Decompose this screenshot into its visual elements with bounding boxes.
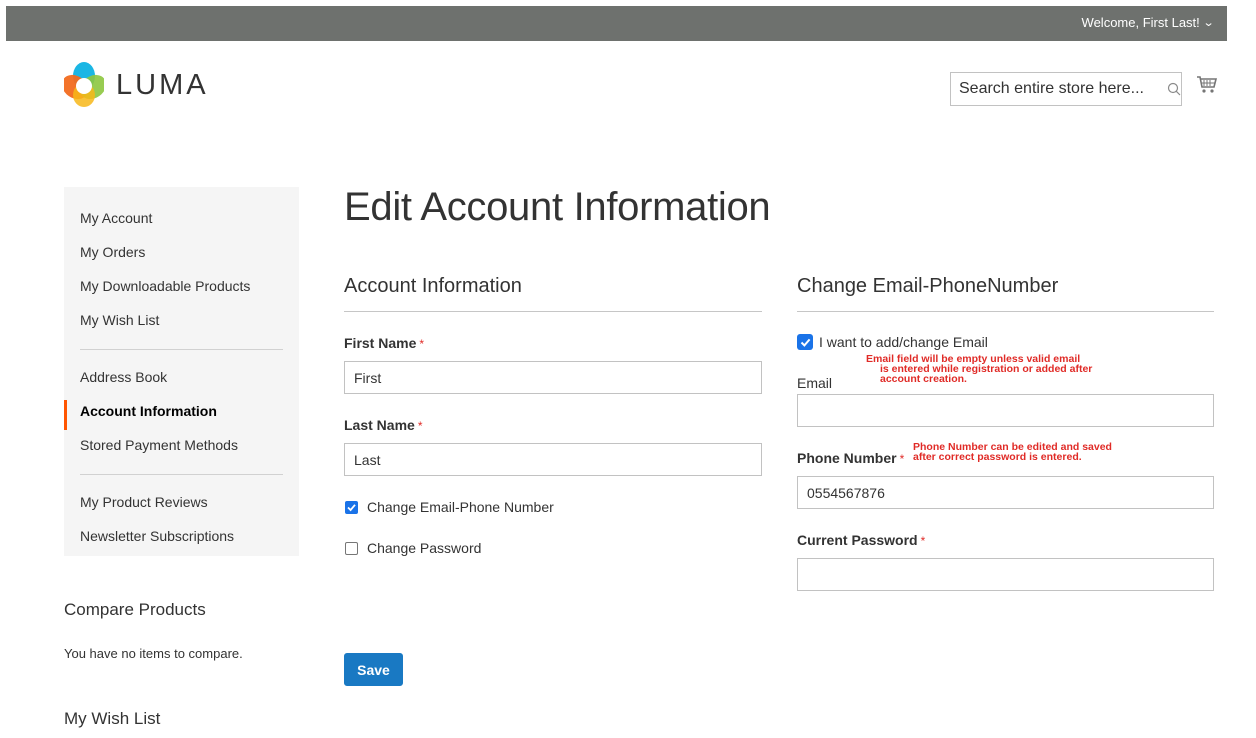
required-marker: * <box>417 419 423 433</box>
phone-number-label: Phone Number * <box>797 450 904 466</box>
phone-number-field[interactable] <box>797 476 1214 509</box>
sidebar-divider <box>80 349 283 350</box>
current-password-field[interactable] <box>797 558 1214 591</box>
phone-validation-note: Phone Number can be edited and saved aft… <box>913 442 1112 463</box>
last-name-field[interactable] <box>344 443 762 476</box>
compare-empty-text: You have no items to compare. <box>64 646 243 661</box>
page-title: Edit Account Information <box>344 185 771 229</box>
email-label: Email <box>797 375 833 391</box>
sidebar-item-downloadable-products[interactable]: My Downloadable Products <box>64 274 299 308</box>
first-name-label-text: First Name <box>344 335 417 351</box>
required-marker: * <box>920 534 926 548</box>
save-button[interactable]: Save <box>344 653 403 686</box>
chevron-down-icon: ⌄ <box>1202 17 1215 29</box>
add-email-label: I want to add/change Email <box>819 334 988 350</box>
search-input[interactable] <box>951 73 1166 105</box>
sidebar-item-product-reviews[interactable]: My Product Reviews <box>64 490 299 524</box>
required-marker: * <box>419 337 425 351</box>
account-info-section-title: Account Information <box>344 275 522 297</box>
sidebar-divider <box>80 474 283 475</box>
add-email-checkbox[interactable] <box>797 334 813 350</box>
search-icon[interactable] <box>1166 73 1181 105</box>
welcome-menu[interactable]: Welcome, First Last! ⌄ <box>1081 15 1215 30</box>
email-validation-note: Email field will be empty unless valid e… <box>866 354 1092 385</box>
change-password-option[interactable]: Change Password <box>345 540 481 556</box>
section-divider <box>797 311 1214 312</box>
first-name-label: First Name * <box>344 335 424 351</box>
wishlist-block-title: My Wish List <box>64 709 161 728</box>
change-password-label: Change Password <box>367 540 482 556</box>
logo-text: LUMA <box>116 68 209 101</box>
add-email-option[interactable]: I want to add/change Email <box>797 334 988 350</box>
last-name-label-text: Last Name <box>344 417 415 433</box>
sidebar-item-wish-list[interactable]: My Wish List <box>64 308 299 342</box>
change-email-phone-option[interactable]: Change Email-Phone Number <box>345 499 554 515</box>
sidebar-item-stored-payment-methods[interactable]: Stored Payment Methods <box>64 433 299 467</box>
email-note-line: account creation. <box>880 373 967 385</box>
last-name-label: Last Name * <box>344 417 422 433</box>
phone-note-line: after correct password is entered. <box>913 451 1082 463</box>
compare-products-title: Compare Products <box>64 600 206 619</box>
change-password-checkbox[interactable] <box>345 541 358 555</box>
email-field[interactable] <box>797 394 1214 427</box>
current-password-label-text: Current Password <box>797 532 918 548</box>
account-sidebar: My Account My Orders My Downloadable Pro… <box>64 187 299 556</box>
required-marker: * <box>899 452 905 466</box>
sidebar-item-account-information[interactable]: Account Information <box>64 399 299 433</box>
sidebar-item-newsletter-subscriptions[interactable]: Newsletter Subscriptions <box>64 524 299 558</box>
phone-number-label-text: Phone Number <box>797 450 897 466</box>
welcome-text: Welcome, First Last! <box>1081 15 1200 30</box>
current-password-label: Current Password * <box>797 532 925 548</box>
section-divider <box>344 311 762 312</box>
luma-logo-icon <box>64 62 104 107</box>
sidebar-item-my-account[interactable]: My Account <box>64 206 299 240</box>
cart-icon[interactable] <box>1196 74 1218 96</box>
first-name-field[interactable] <box>344 361 762 394</box>
change-email-phone-section-title: Change Email-PhoneNumber <box>797 275 1059 297</box>
sidebar-item-address-book[interactable]: Address Book <box>64 365 299 399</box>
change-email-phone-checkbox[interactable] <box>345 500 358 514</box>
top-bar: Welcome, First Last! ⌄ <box>6 6 1227 41</box>
change-email-phone-label: Change Email-Phone Number <box>367 499 554 515</box>
search-box <box>950 72 1182 106</box>
logo[interactable]: LUMA <box>64 62 209 108</box>
sidebar-item-my-orders[interactable]: My Orders <box>64 240 299 274</box>
